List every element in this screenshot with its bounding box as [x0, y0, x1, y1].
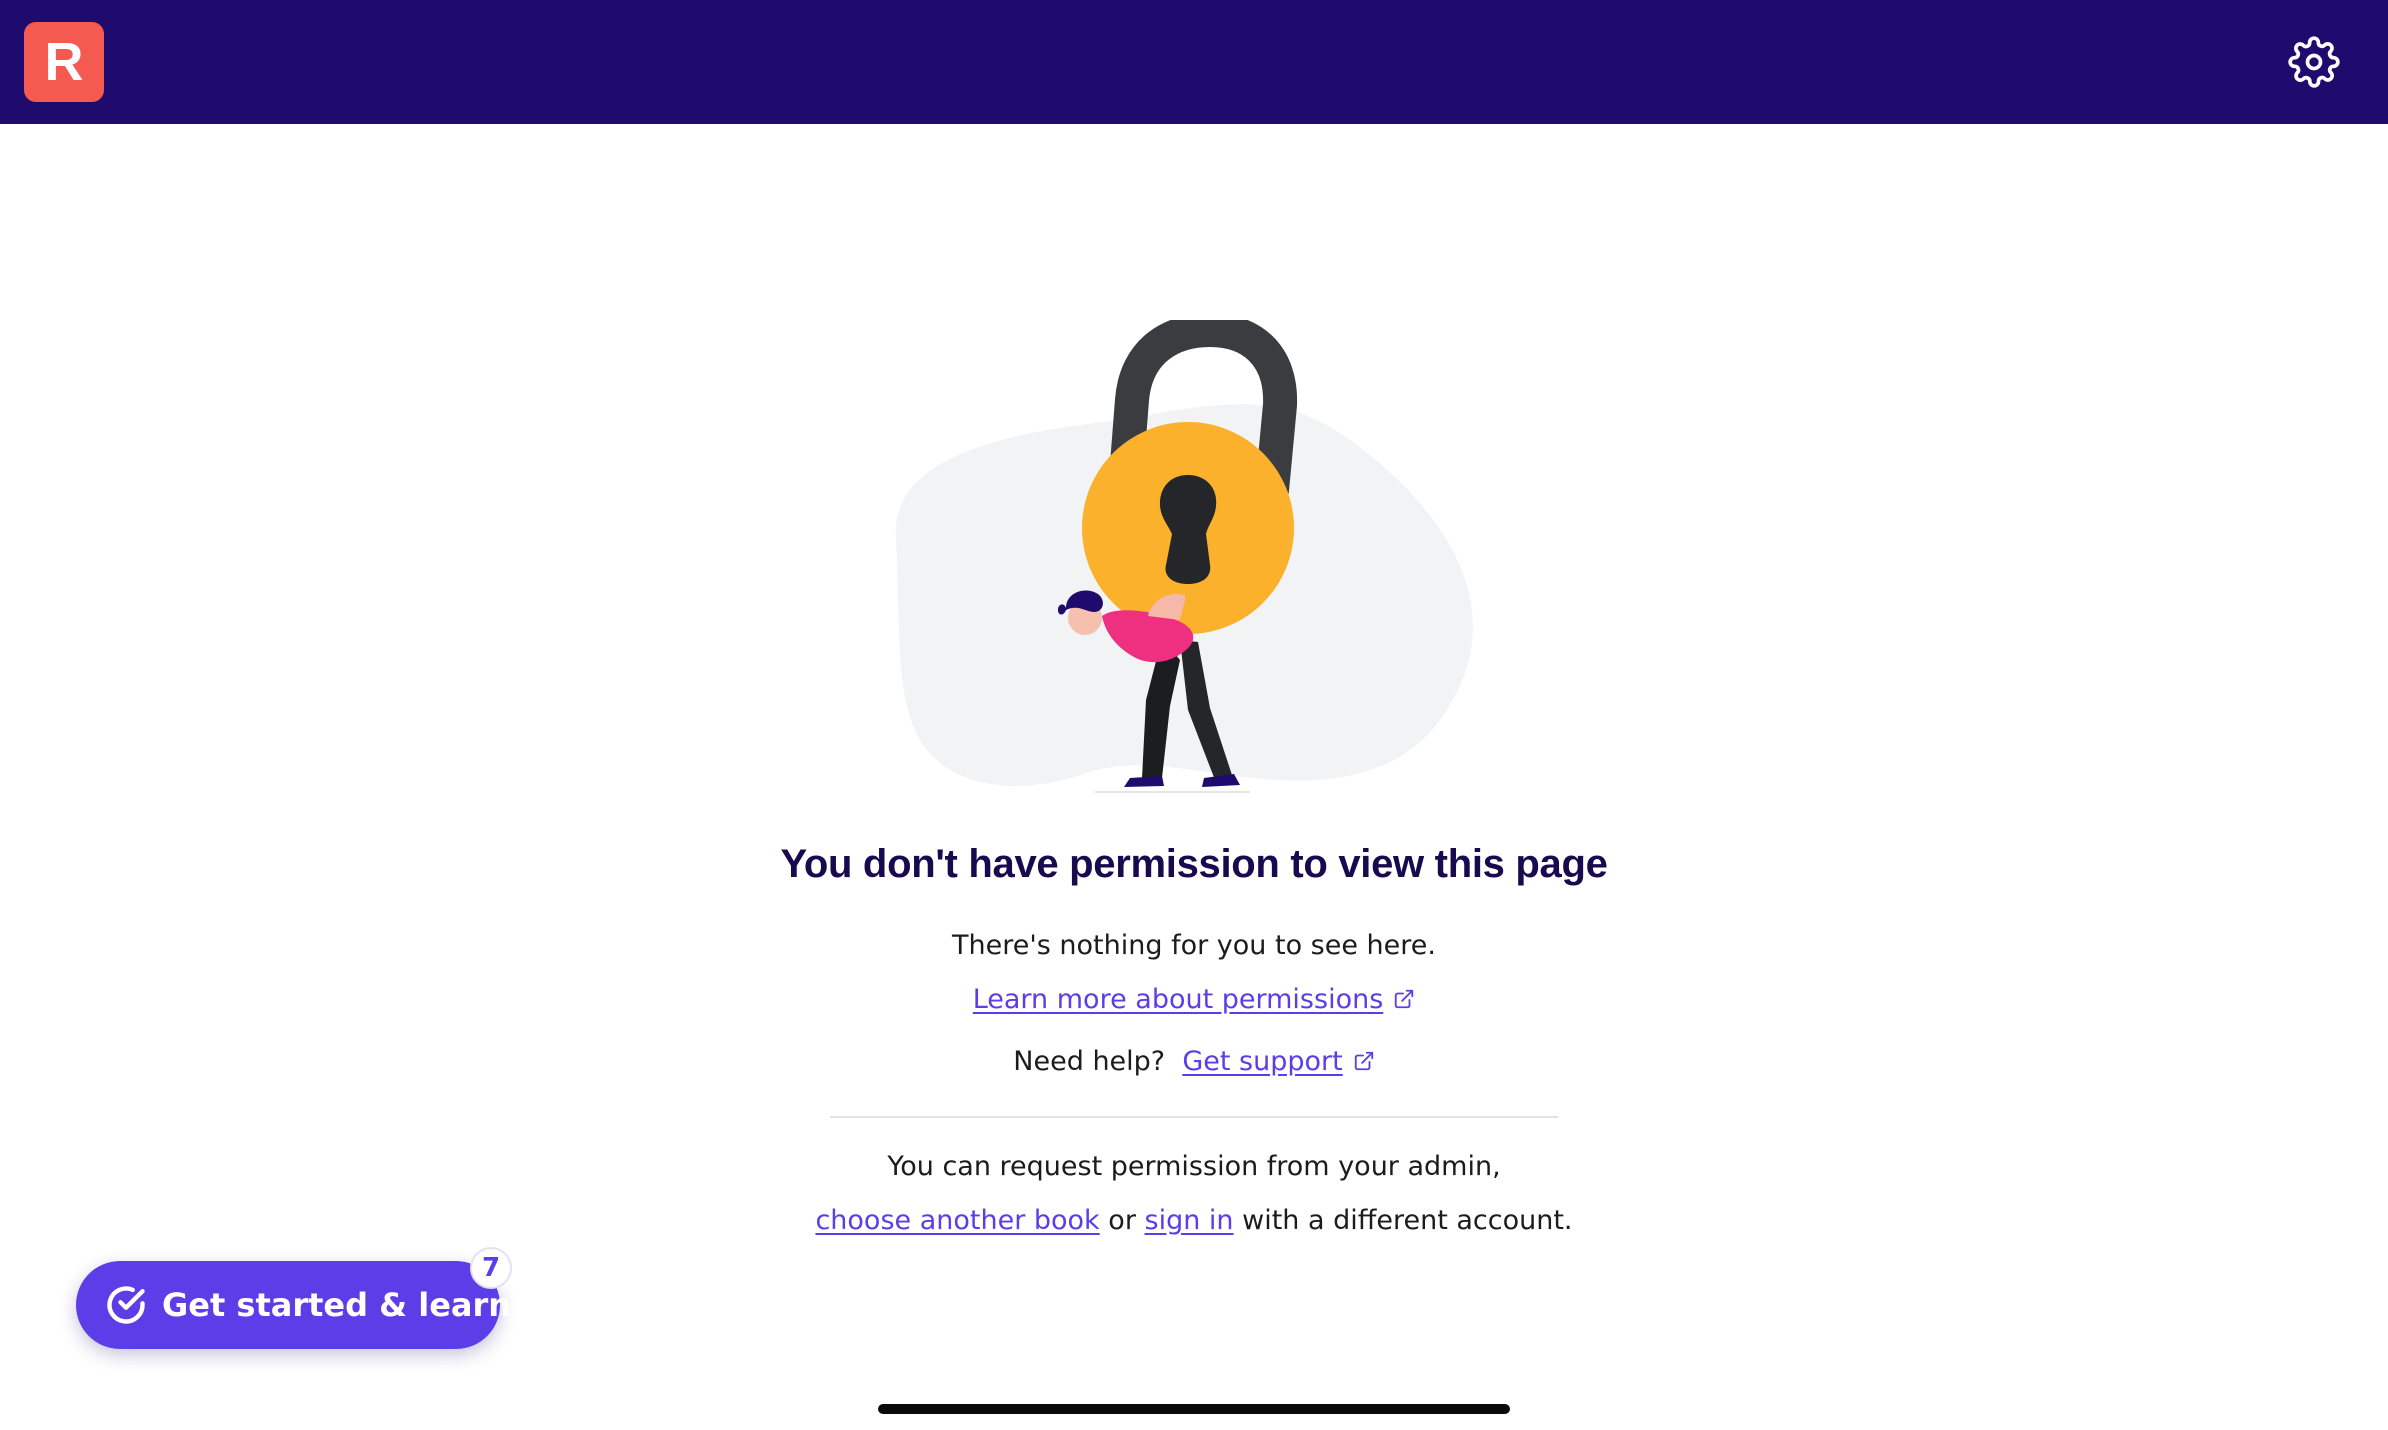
help-row: Need help? Get support — [0, 1046, 2388, 1077]
subtitle-text: There's nothing for you to see here. — [952, 930, 1436, 961]
check-circle-icon — [107, 1286, 145, 1324]
get-support-link[interactable]: Get support — [1182, 1046, 1342, 1077]
gear-icon[interactable] — [2288, 36, 2340, 88]
get-started-button[interactable]: Get started & learn — [76, 1261, 511, 1349]
top-bar: R — [0, 0, 2388, 124]
learn-more-row: Learn more about permissions — [0, 984, 2388, 1015]
person-shoe-back — [1124, 776, 1164, 787]
request-permission-text: You can request permission from your adm… — [887, 1151, 1501, 1182]
external-link-icon — [1395, 989, 1414, 1009]
sign-in-link[interactable]: sign in — [1145, 1205, 1234, 1236]
choose-another-book-link[interactable]: choose another book — [815, 1205, 1099, 1236]
external-link-icon — [1354, 1051, 1373, 1071]
alternatives-row: choose another book or sign in with a di… — [0, 1205, 2388, 1236]
app-logo[interactable]: R — [24, 22, 104, 102]
get-started-label: Get started & learn — [162, 1286, 512, 1324]
or-text: or — [1108, 1205, 1136, 1236]
help-prefix-text: Need help? — [1013, 1046, 1166, 1077]
person-shoe-front — [1202, 774, 1240, 787]
page-title: You don't have permission to view this p… — [780, 842, 1608, 886]
learn-more-link[interactable]: Learn more about permissions — [973, 984, 1384, 1015]
home-indicator — [878, 1404, 1510, 1414]
section-divider — [830, 1116, 1558, 1118]
notification-badge: 7 — [470, 1247, 512, 1289]
locked-padlock-illustration — [895, 320, 1473, 793]
different-account-text: with a different account. — [1242, 1205, 1573, 1236]
